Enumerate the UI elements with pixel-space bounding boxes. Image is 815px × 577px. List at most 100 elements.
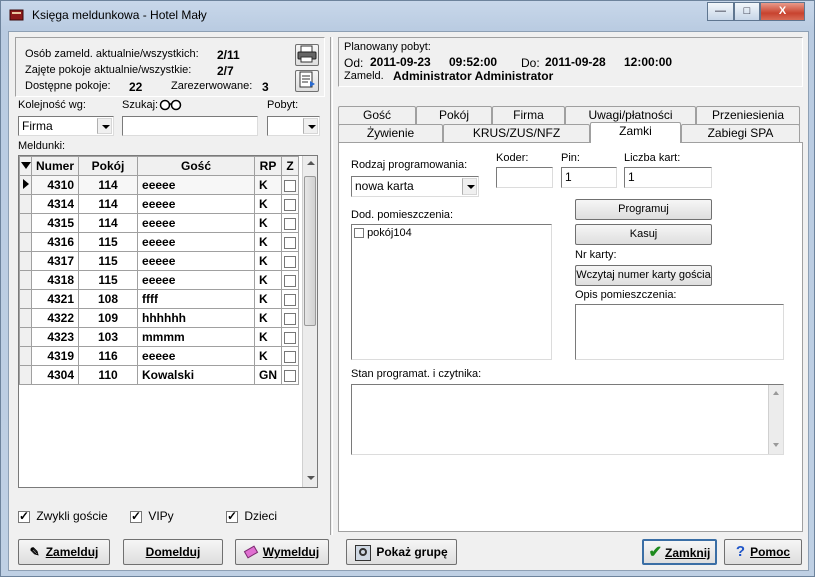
print-button[interactable] <box>295 44 319 66</box>
table-row[interactable]: 4318 115 eeeee K <box>19 270 300 290</box>
checkbox-checked-icon[interactable] <box>130 509 142 523</box>
scroll-down-icon[interactable] <box>773 443 779 447</box>
tab-krus-zus-nfz[interactable]: KRUS/ZUS/NFZ <box>443 124 590 143</box>
checkbox-icon[interactable] <box>284 255 297 268</box>
checkbox-icon[interactable] <box>354 228 364 239</box>
checkbox-icon[interactable] <box>284 369 297 382</box>
order-select[interactable]: Firma <box>18 116 114 136</box>
column-header-numer[interactable]: Numer <box>30 156 80 176</box>
checkbox-icon[interactable] <box>284 293 297 306</box>
row-selector[interactable] <box>19 194 32 214</box>
minimize-button[interactable]: — <box>707 2 734 21</box>
card-count-input[interactable]: 1 <box>624 167 712 188</box>
room-description-input[interactable] <box>575 304 784 360</box>
cell-z[interactable] <box>281 213 300 233</box>
row-selector[interactable] <box>19 289 32 309</box>
checkbox-checked-icon[interactable] <box>18 509 30 523</box>
checkbox-icon[interactable] <box>284 217 297 230</box>
column-header-pokoj[interactable]: Pokój <box>78 156 139 176</box>
table-row[interactable]: 4316 115 eeeee K <box>19 232 300 252</box>
checkbox-icon[interactable] <box>284 274 297 287</box>
table-row[interactable]: 4304 110 Kowalski GN <box>19 365 300 385</box>
tab-przeniesienia[interactable]: Przeniesienia <box>696 106 800 125</box>
zamelduj-button[interactable]: ✎ Zamelduj <box>18 539 110 565</box>
children-checkbox[interactable]: Dzieci <box>226 509 277 523</box>
domelduj-button[interactable]: Domelduj <box>123 539 223 565</box>
status-textarea[interactable] <box>351 384 784 455</box>
tab-pokoj[interactable]: Pokój <box>416 106 492 125</box>
table-row[interactable]: 4321 108 ffff K <box>19 289 300 309</box>
chevron-down-icon[interactable] <box>462 178 477 195</box>
delete-button[interactable]: Kasuj <box>575 224 712 245</box>
table-row[interactable]: 4319 116 eeeee K <box>19 346 300 366</box>
row-selector[interactable] <box>19 175 32 195</box>
cell-z[interactable] <box>281 251 300 271</box>
chevron-down-icon[interactable] <box>303 118 318 134</box>
tab-zywienie[interactable]: Żywienie <box>338 124 443 143</box>
tab-firma[interactable]: Firma <box>492 106 565 125</box>
table-row[interactable]: 4323 103 mmmm K <box>19 327 300 347</box>
table-row[interactable]: 4322 109 hhhhhh K <box>19 308 300 328</box>
pin-input[interactable]: 1 <box>561 167 617 188</box>
chevron-down-icon[interactable] <box>97 118 112 134</box>
cell-z[interactable] <box>281 365 300 385</box>
stay-select[interactable] <box>267 116 320 136</box>
row-selector[interactable] <box>19 232 32 252</box>
cell-z[interactable] <box>281 194 300 214</box>
column-header-z[interactable]: Z <box>281 156 300 176</box>
program-button[interactable]: Programuj <box>575 199 712 220</box>
cell-z[interactable] <box>281 327 300 347</box>
checkbox-icon[interactable] <box>284 179 297 192</box>
row-selector[interactable] <box>19 270 32 290</box>
table-row[interactable]: 4310 114 eeeee K <box>19 175 300 195</box>
column-header-gosc[interactable]: Gość <box>137 156 256 176</box>
cell-z[interactable] <box>281 308 300 328</box>
table-row[interactable]: 4315 114 eeeee K <box>19 213 300 233</box>
cell-z[interactable] <box>281 232 300 252</box>
wymelduj-button[interactable]: Wymelduj <box>235 539 329 565</box>
read-card-button[interactable]: Wczytaj numer karty gościa <box>575 265 712 286</box>
scroll-thumb[interactable] <box>304 176 316 326</box>
grid-scrollbar[interactable] <box>302 156 317 487</box>
row-selector[interactable] <box>19 327 32 347</box>
export-button[interactable] <box>295 70 319 92</box>
close-dialog-button[interactable]: ✔ Zamknij <box>642 539 717 565</box>
close-button[interactable]: X <box>760 2 805 21</box>
row-selector[interactable] <box>19 346 32 366</box>
checkbox-checked-icon[interactable] <box>226 509 238 523</box>
regular-guests-checkbox[interactable]: Zwykli goście <box>18 509 108 523</box>
cell-z[interactable] <box>281 270 300 290</box>
search-input[interactable] <box>122 116 258 136</box>
column-header-rp[interactable]: RP <box>254 156 283 176</box>
table-row[interactable]: 4317 115 eeeee K <box>19 251 300 271</box>
checkbox-icon[interactable] <box>284 331 297 344</box>
tab-zabiegi-spa[interactable]: Zabiegi SPA <box>681 124 800 143</box>
row-selector[interactable] <box>19 251 32 271</box>
row-selector-header[interactable] <box>19 156 32 176</box>
vip-checkbox[interactable]: VIPy <box>130 509 174 523</box>
cell-z[interactable] <box>281 175 300 195</box>
cell-z[interactable] <box>281 346 300 366</box>
coder-input[interactable] <box>496 167 553 188</box>
show-group-button[interactable]: Pokaż grupę <box>346 539 457 565</box>
help-button[interactable]: ? Pomoc <box>724 539 802 565</box>
scroll-down-icon[interactable] <box>307 476 315 480</box>
checkbox-icon[interactable] <box>284 198 297 211</box>
row-selector[interactable] <box>19 365 32 385</box>
tab-zamki[interactable]: Zamki <box>590 122 681 143</box>
status-scrollbar[interactable] <box>768 385 783 454</box>
programming-type-select[interactable]: nowa karta <box>351 176 479 197</box>
row-selector[interactable] <box>19 213 32 233</box>
checkbox-icon[interactable] <box>284 236 297 249</box>
panel-splitter[interactable] <box>330 37 333 535</box>
row-selector[interactable] <box>19 308 32 328</box>
list-item[interactable]: pokój104 <box>354 227 549 239</box>
table-row[interactable]: 4314 114 eeeee K <box>19 194 300 214</box>
tab-gosc[interactable]: Gość <box>338 106 416 125</box>
maximize-button[interactable]: □ <box>734 2 760 21</box>
cell-z[interactable] <box>281 289 300 309</box>
scroll-up-icon[interactable] <box>307 161 315 165</box>
scroll-up-icon[interactable] <box>773 391 779 395</box>
checkbox-icon[interactable] <box>284 312 297 325</box>
checkbox-icon[interactable] <box>284 350 297 363</box>
